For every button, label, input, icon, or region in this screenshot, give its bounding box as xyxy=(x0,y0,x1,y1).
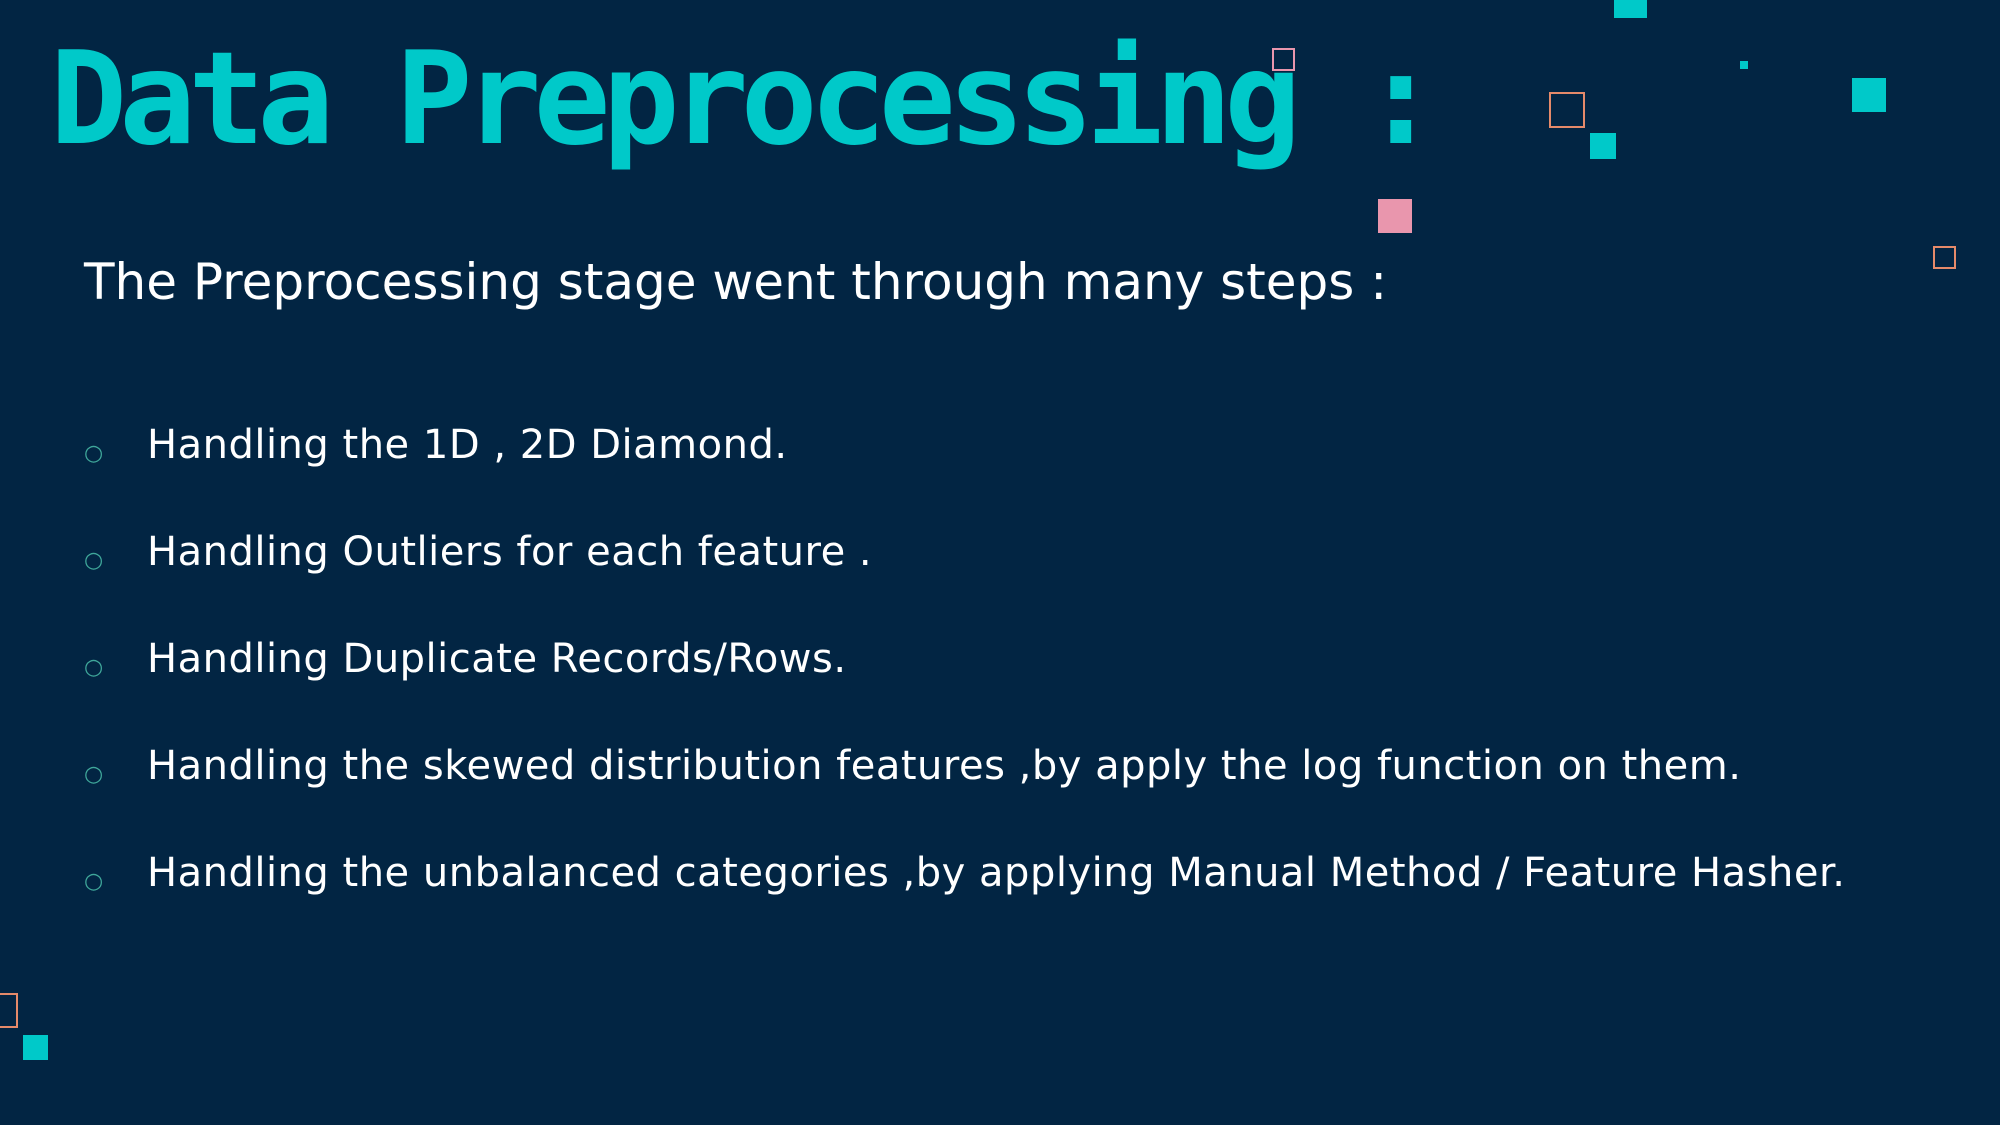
decorative-square xyxy=(1590,133,1616,159)
decorative-square xyxy=(1933,246,1956,269)
bullet-text: Handling the unbalanced categories ,by a… xyxy=(147,850,1846,896)
slide: Data Preprocessing : The Preprocessing s… xyxy=(0,0,2000,1125)
bullet-text: Handling Duplicate Records/Rows. xyxy=(147,636,847,682)
bullet-circle-icon: ○ xyxy=(84,548,104,573)
decorative-square xyxy=(1272,48,1295,71)
slide-subtitle: The Preprocessing stage went through man… xyxy=(84,253,1388,311)
decorative-square xyxy=(0,993,18,1028)
decorative-square xyxy=(1549,92,1585,128)
decorative-square xyxy=(23,1035,48,1060)
bullet-circle-icon: ○ xyxy=(84,869,104,894)
bullet-text: Handling the 1D , 2D Diamond. xyxy=(147,422,788,468)
bullet-circle-icon: ○ xyxy=(84,655,104,680)
bullet-circle-icon: ○ xyxy=(84,441,104,466)
decorative-square xyxy=(1378,199,1412,233)
bullet-circle-icon: ○ xyxy=(84,762,104,787)
slide-title: Data Preprocessing : xyxy=(50,25,1439,174)
decorative-square xyxy=(1740,61,1748,69)
bullet-text: Handling Outliers for each feature . xyxy=(147,529,873,575)
decorative-square xyxy=(1852,78,1886,112)
decorative-square xyxy=(1614,0,1647,18)
bullet-text: Handling the skewed distribution feature… xyxy=(147,743,1742,789)
